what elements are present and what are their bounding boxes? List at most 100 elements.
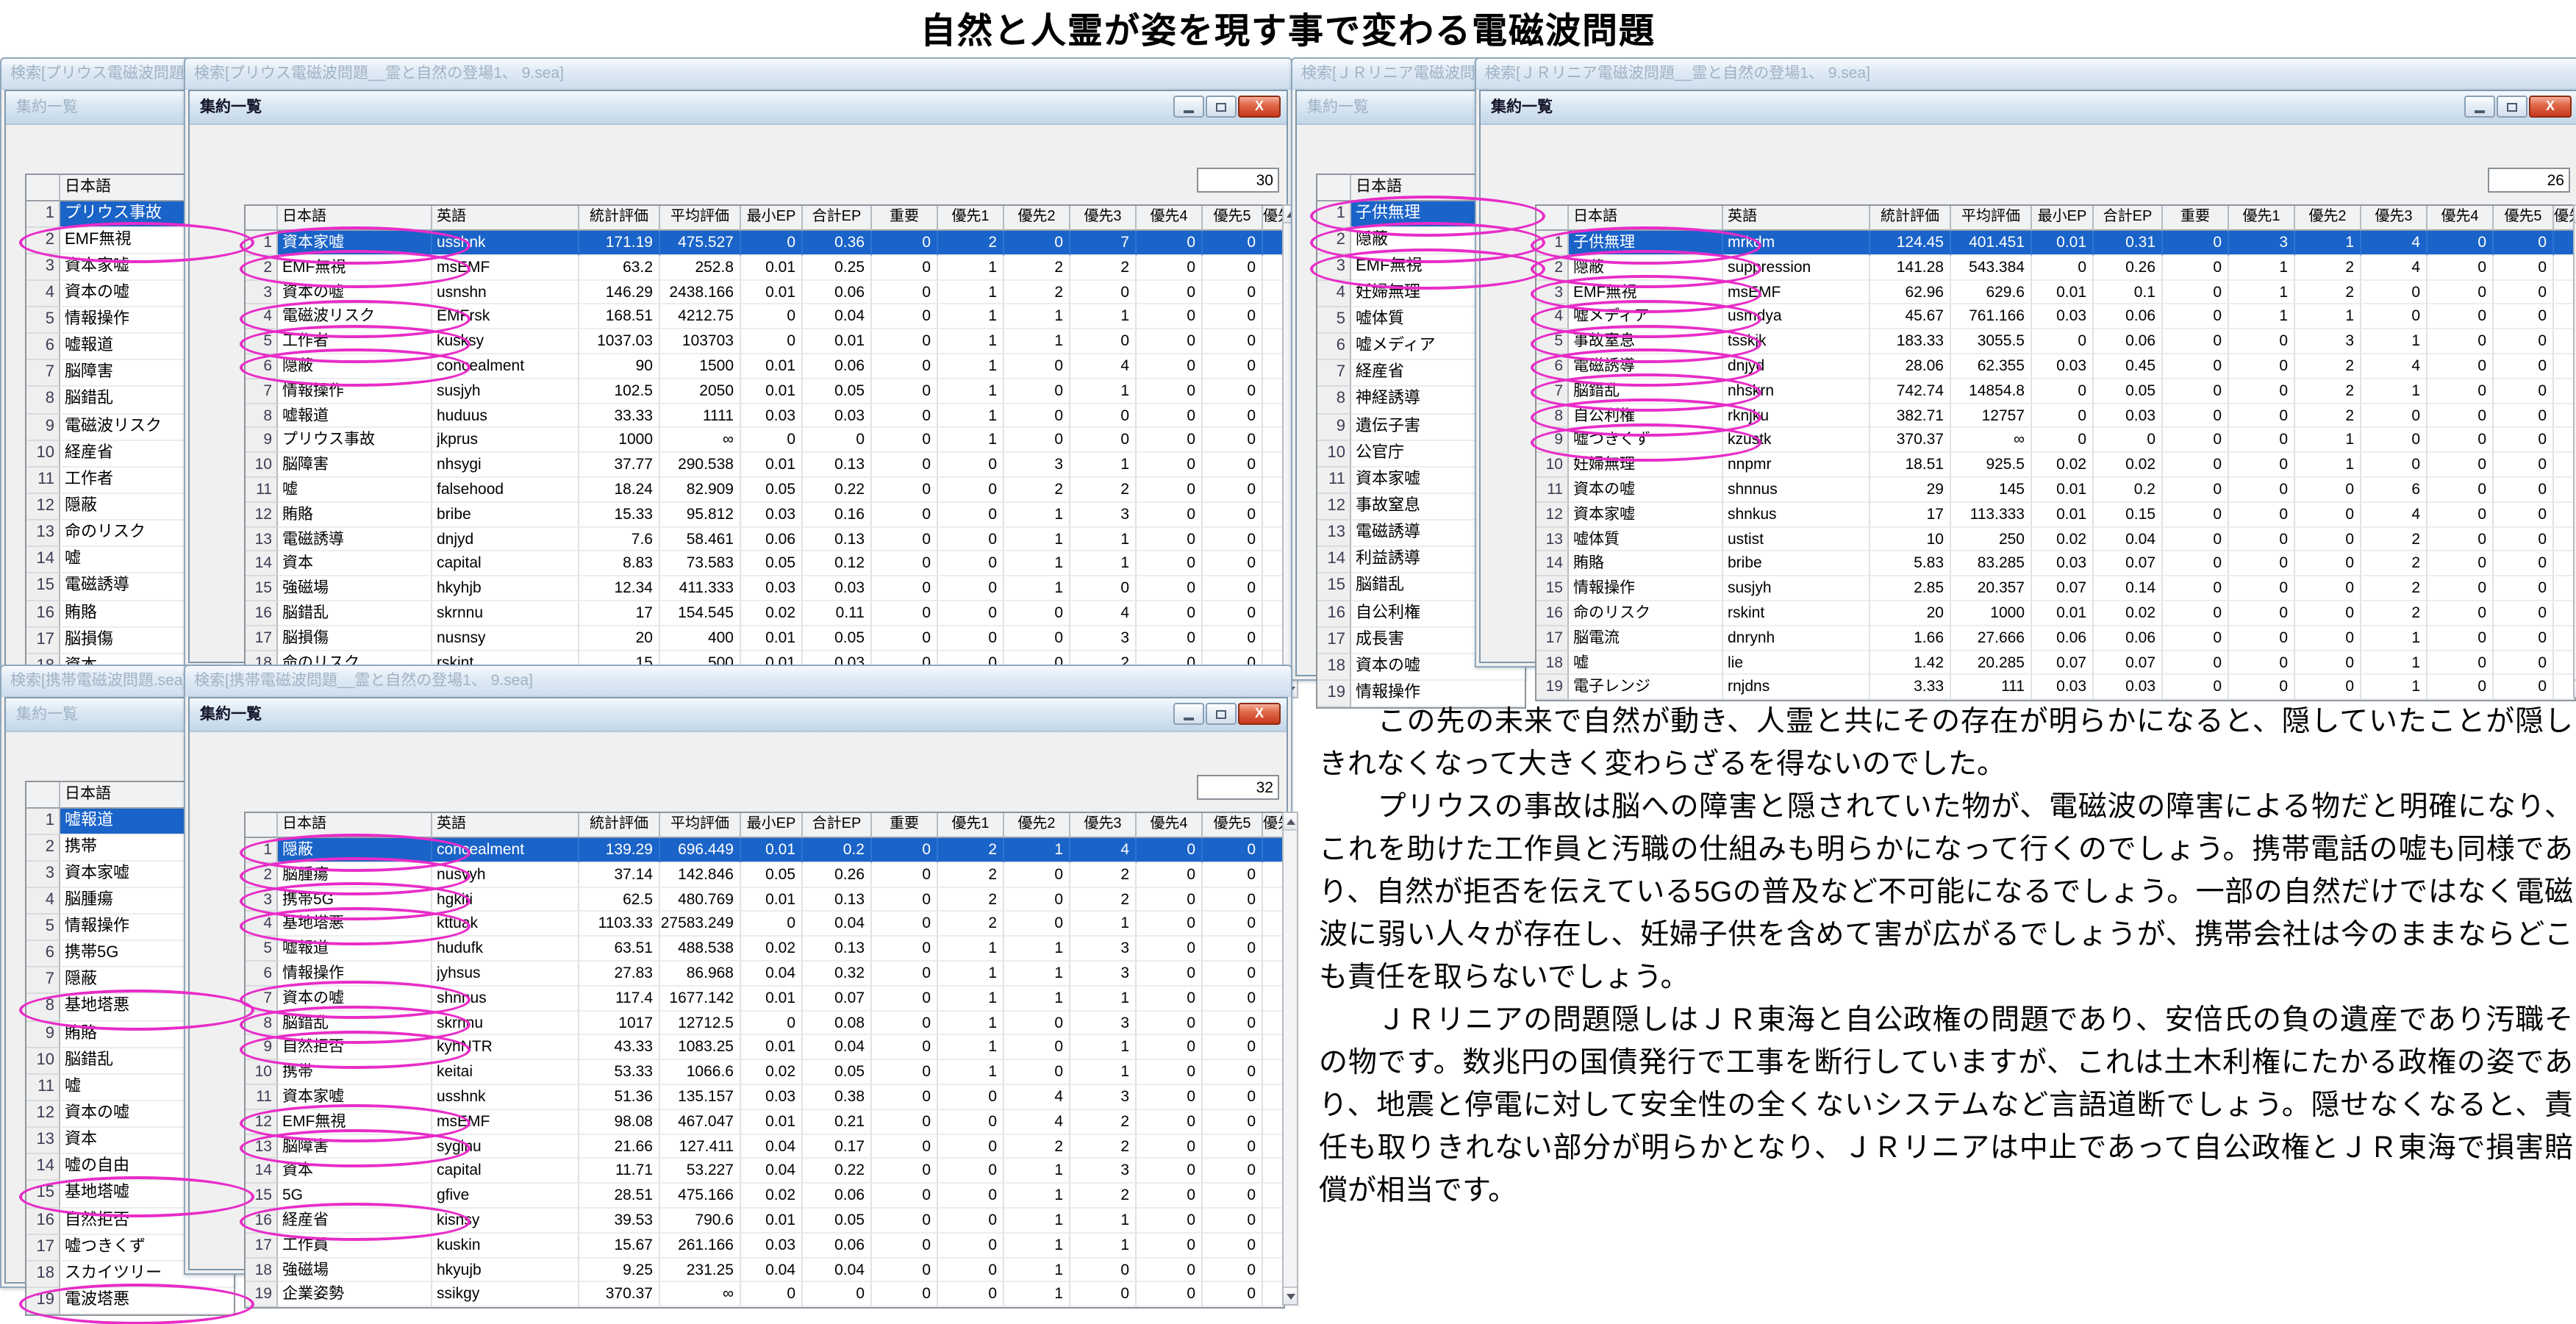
vertical-scrollbar[interactable] [2573,204,2576,698]
column-header[interactable]: 優先 [1263,813,1284,838]
column-header[interactable]: 英語 [432,813,579,838]
table-row[interactable]: 10脳障害nhsygi37.77290.5380.010.13003100 [246,453,1284,478]
column-header[interactable]: 優先4 [2427,206,2494,231]
close-button[interactable]: X [2529,96,2572,118]
table-row[interactable]: 15強磁場hkyhjb12.34411.3330.030.03001000 [246,576,1284,601]
table-row[interactable]: 7情報操作susjyh102.520500.010.05010100 [246,379,1284,404]
column-header[interactable]: 優先 [2554,206,2575,231]
column-header[interactable]: 優先3 [2361,206,2427,231]
column-header[interactable]: 最小EP [2032,206,2094,231]
table-row[interactable]: 11資本の嘘shnnus291450.010.2000600 [1536,478,2575,503]
column-header[interactable]: 優先5 [2494,206,2554,231]
column-header[interactable]: 優先1 [2229,206,2295,231]
table-row[interactable]: 8嘘報道huduus33.3311110.030.03010000 [246,404,1284,429]
table-row[interactable]: 6情報操作jyhsus27.8386.9680.040.32011300 [246,962,1284,987]
table-row[interactable]: 1子供無理mrkdm124.45401.4510.010.31031400 [1536,231,2575,256]
table-row[interactable]: 9嘘つきくずkzustk370.37∞00001000 [1536,429,2575,454]
column-header[interactable]: 合計EP [2094,206,2163,231]
table-row[interactable]: 8脳錯乱skrnnu101712712.500.08010300 [246,1011,1284,1036]
table-row[interactable]: 19企業姿勢ssikgy370.37∞00001000 [246,1283,1284,1308]
search-front-window[interactable]: 検索[携帯電磁波問題__霊と自然の登場1、 9.sea] 集約一覧 X 32 日… [184,665,1292,1275]
table-row[interactable]: 17脳損傷nusnsy204000.010.05000300 [246,626,1284,651]
table-row[interactable]: 13電磁誘導dnjyd7.658.4610.060.13001100 [246,527,1284,552]
column-header[interactable]: 日本語 [278,813,432,838]
table-row[interactable]: 14資本capital11.7153.2270.040.22001300 [246,1159,1284,1184]
column-header[interactable]: 平均評価 [1951,206,2032,231]
column-header[interactable]: 英語 [432,206,579,231]
table-row[interactable]: 18嘘lie1.4220.2850.070.07000100 [1536,651,2575,676]
table-row[interactable]: 5嘘報道hudufk63.51488.5380.020.13011300 [246,937,1284,962]
table-row[interactable]: 11嘘falsehood18.2482.9090.050.22002200 [246,478,1284,503]
record-count-field[interactable]: 32 [1197,775,1279,800]
column-header[interactable]: 優先5 [1203,206,1263,231]
column-header[interactable]: 日本語 [278,206,432,231]
table-row[interactable]: 1隠蔽concealment139.29696.4490.010.2021400 [246,838,1284,863]
table-row[interactable]: 3資本の嘘usnshn146.292438.1660.010.06012000 [246,280,1284,305]
table-row[interactable]: 15情報操作susjyh2.8520.3570.070.14000200 [1536,576,2575,601]
column-header[interactable]: 日本語 [1569,206,1723,231]
column-header[interactable]: 優先1 [938,813,1004,838]
column-header[interactable]: 優先2 [2295,206,2361,231]
column-header[interactable]: 平均評価 [660,813,741,838]
scroll-down-button[interactable] [1284,1287,1297,1304]
column-header[interactable]: 重要 [2163,206,2229,231]
column-header[interactable]: 優先3 [1070,206,1137,231]
table-row[interactable]: 7資本の嘘shnnus117.41677.1420.010.07011100 [246,987,1284,1012]
maximize-button[interactable] [2497,96,2527,118]
table-row[interactable]: 6電磁誘導dnjyd28.0662.3550.030.45002400 [1536,354,2575,379]
column-header[interactable]: 統計評価 [1870,206,1951,231]
table-row[interactable]: 18強磁場hkyujb9.25231.250.040.04001000 [246,1258,1284,1283]
table-row[interactable]: 1資本家嘘usshnk171.19475.52700.36020700 [246,231,1284,256]
table-row[interactable]: 10妊婦無理nnpmr18.51925.50.020.02001000 [1536,453,2575,478]
minimize-button[interactable] [2464,96,2495,118]
maximize-button[interactable] [1206,96,1237,118]
sidebar-row[interactable]: 19電波塔悪 [26,1288,234,1314]
column-header[interactable]: 合計EP [803,813,872,838]
column-header[interactable]: 最小EP [741,206,803,231]
table-row[interactable]: 4嘘メディアusmdya45.67761.1660.030.06011000 [1536,305,2575,330]
table-row[interactable]: 13脳障害syginu21.66127.4110.040.17002200 [246,1134,1284,1159]
column-header[interactable]: 優先3 [1070,813,1137,838]
table-row[interactable]: 7脳錯乱nhskrn742.7414854.800.05002100 [1536,379,2575,404]
table-row[interactable]: 9自然拒否kyhNTR43.331083.250.010.04010100 [246,1036,1284,1061]
close-button[interactable]: X [1238,703,1281,725]
minimize-button[interactable] [1173,96,1204,118]
table-row[interactable]: 13嘘体質ustist102500.020.04000200 [1536,527,2575,552]
column-header[interactable]: 優先2 [1004,813,1070,838]
table-row[interactable]: 11資本家嘘usshnk51.36135.1570.030.38004300 [246,1085,1284,1110]
table-row[interactable]: 5事故窒息tsskjk183.333055.500.06003100 [1536,329,2575,354]
table-row[interactable]: 4電磁波リスクEMFrsk168.514212.7500.04011100 [246,305,1284,330]
table-row[interactable]: 6隠蔽concealment9015000.010.06010400 [246,354,1284,379]
column-header[interactable]: 優先1 [938,206,1004,231]
column-header[interactable]: 英語 [1723,206,1870,231]
vertical-scrollbar[interactable] [1282,812,1298,1306]
table-row[interactable]: 5工作者kusksy1037.0310370300.01011000 [246,329,1284,354]
table-row[interactable]: 4基地塔悪kttuak1103.3327583.24900.04020100 [246,912,1284,937]
table-row[interactable]: 10携帯keitai53.331066.60.020.05010100 [246,1060,1284,1085]
table-row[interactable]: 3EMF無視msEMF62.96629.60.010.1012000 [1536,280,2575,305]
table-row[interactable]: 12EMF無視msEMF98.08467.0470.010.21004200 [246,1110,1284,1135]
table-row[interactable]: 16脳錯乱skrnnu17154.5450.020.11000400 [246,601,1284,626]
scroll-up-button[interactable] [1284,813,1297,831]
table-row[interactable]: 19電子レンジrnjdns3.331110.030.03000100 [1536,676,2575,701]
column-header[interactable]: 優先2 [1004,206,1070,231]
column-header[interactable]: 優先5 [1203,813,1263,838]
close-button[interactable]: X [1238,96,1281,118]
table-row[interactable]: 3携帯5Ghgkiti62.5480.7690.010.13020200 [246,887,1284,912]
table-row[interactable]: 2隠蔽suppression141.28543.38400.26012400 [1536,256,2575,281]
table-row[interactable]: 2脳腫瘍nusyyh37.14142.8460.050.26020200 [246,863,1284,888]
minimize-button[interactable] [1173,703,1204,725]
table-row[interactable]: 8自公利権rknjku382.711275700.03002000 [1536,404,2575,429]
table-row[interactable]: 12資本家嘘shnkus17113.3330.010.15000400 [1536,503,2575,528]
table-row[interactable]: 9プリウス事故jkprus1000∞00010000 [246,429,1284,454]
column-header[interactable]: 優先4 [1137,206,1203,231]
table-row[interactable]: 12賄賂bribe15.3395.8120.030.16001300 [246,503,1284,528]
column-header[interactable]: 重要 [872,813,938,838]
table-row[interactable]: 155Ggfive28.51475.1660.020.06001200 [246,1184,1284,1209]
column-header[interactable]: 重要 [872,206,938,231]
column-header[interactable]: 優先4 [1137,813,1203,838]
table-row[interactable]: 17工作員kuskin15.67261.1660.030.06001100 [246,1234,1284,1259]
column-header[interactable]: 合計EP [803,206,872,231]
table-row[interactable]: 16命のリスクrskint2010000.010.02000200 [1536,601,2575,626]
table-row[interactable]: 2EMF無視msEMF63.2252.80.010.25012200 [246,256,1284,281]
